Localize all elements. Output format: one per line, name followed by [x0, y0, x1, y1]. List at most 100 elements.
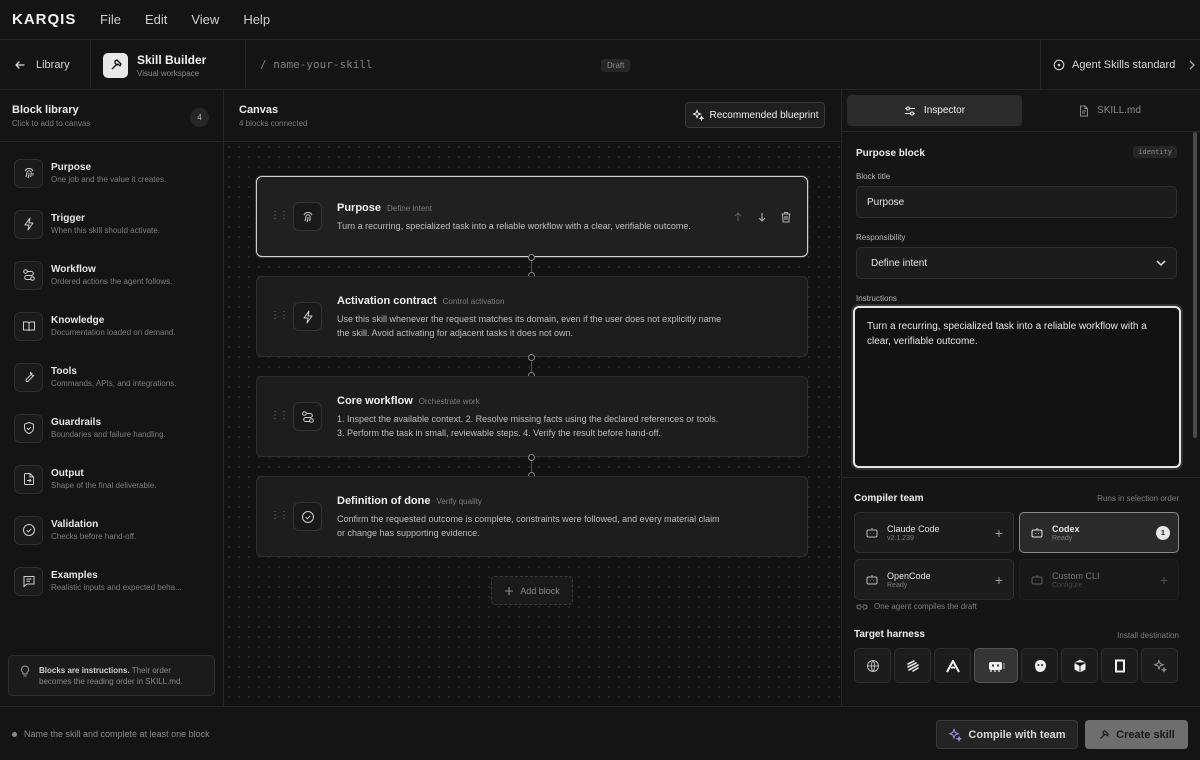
sliders-icon	[904, 105, 916, 117]
wrench-icon	[14, 362, 43, 392]
library-item-knowledge[interactable]: Knowledge Documentation loaded on demand.	[14, 306, 214, 346]
blob-icon	[1032, 658, 1048, 674]
skill-name-input[interactable]: / name-your-skill	[260, 58, 373, 71]
trash-icon[interactable]	[779, 210, 793, 224]
harness-frame[interactable]	[1101, 648, 1138, 683]
agent-custom-cli[interactable]: Custom CLI Configure +	[1019, 559, 1179, 600]
library-item-trigger[interactable]: Trigger When this skill should activate.	[14, 204, 214, 244]
canvas-block-definition-of-done[interactable]: ⋮⋮ Definition of done Verify quality Conf…	[256, 476, 808, 557]
arch-icon	[945, 658, 961, 674]
add-block-button[interactable]: Add block	[491, 576, 573, 605]
agent-claude-code[interactable]: Claude Code v2.1.239 +	[854, 512, 1014, 553]
agent-sub: Ready	[887, 581, 908, 589]
harness-robot[interactable]	[974, 648, 1018, 683]
block-library-header: Block library Click to add to canvas 4	[0, 90, 223, 142]
tip-box: Blocks are instructions. Their order bec…	[8, 655, 215, 696]
agent-sub: Ready	[1052, 534, 1073, 542]
inspector-scrollbar[interactable]	[1193, 132, 1197, 438]
robot-icon	[1030, 574, 1044, 586]
connector-line	[531, 361, 532, 372]
blueprint-label: Recommended blueprint	[709, 109, 819, 121]
harness-swirl[interactable]	[894, 648, 931, 683]
add-agent-icon[interactable]: +	[1160, 572, 1168, 588]
menu-file[interactable]: File	[100, 12, 121, 27]
robot-icon	[1030, 527, 1044, 539]
agent-sub: v2.1.239	[887, 534, 914, 542]
drag-handle-icon[interactable]: ⋮⋮	[270, 510, 289, 521]
tab-skill-md[interactable]: SKILL.md	[1027, 95, 1192, 126]
library-item-tools[interactable]: Tools Commands, APIs, and integrations.	[14, 357, 214, 397]
drag-handle-icon[interactable]: ⋮⋮	[270, 410, 289, 421]
menu-help[interactable]: Help	[243, 12, 270, 27]
responsibility-select[interactable]: Define intent	[856, 247, 1177, 279]
library-item-validation[interactable]: Validation Checks before hand-off.	[14, 510, 214, 550]
agent-name: Claude Code	[887, 523, 940, 534]
canvas-block-activation[interactable]: ⋮⋮ Activation contract Control activation…	[256, 276, 808, 357]
move-down-icon[interactable]	[755, 210, 769, 224]
menu-view[interactable]: View	[191, 12, 219, 27]
library-item-name: Tools	[51, 366, 77, 377]
create-label: Create skill	[1116, 728, 1175, 741]
panel-tabs: Inspector SKILL.md	[842, 90, 1200, 132]
block-title: Activation contract Control activation	[337, 295, 504, 307]
harness-note: Install destination	[1117, 631, 1179, 640]
agent-opencode[interactable]: OpenCode Ready +	[854, 559, 1014, 600]
menu-bar: KARQIS File Edit View Help	[0, 0, 1200, 40]
agent-codex[interactable]: Codex Ready 1	[1019, 512, 1179, 553]
harness-cube[interactable]	[1061, 648, 1098, 683]
draft-badge: Draft	[601, 59, 631, 72]
connector-dot	[528, 354, 535, 361]
harness-arch[interactable]	[934, 648, 971, 683]
canvas-block-purpose[interactable]: ⋮⋮ Purpose Define intent Turn a recurring…	[256, 176, 808, 257]
library-item-workflow[interactable]: Workflow Ordered actions the agent follow…	[14, 255, 214, 295]
agent-name: Custom CLI	[1052, 570, 1100, 581]
add-agent-icon[interactable]: +	[995, 572, 1003, 588]
agent-sub: Configure	[1052, 581, 1083, 589]
block-text: 1. Inspect the available context. 2. Res…	[337, 414, 719, 438]
responsibility-value: Define intent	[871, 257, 928, 269]
library-item-name: Purpose	[51, 162, 92, 173]
canvas-block-workflow[interactable]: ⋮⋮ Core workflow Orchestrate work 1. Insp…	[256, 376, 808, 457]
agent-name: OpenCode	[887, 570, 931, 581]
library-item-examples[interactable]: Examples Realistic inputs and expected be…	[14, 561, 214, 601]
tab-inspector[interactable]: Inspector	[847, 95, 1022, 126]
harness-globe[interactable]	[854, 648, 891, 683]
compile-with-team-button[interactable]: Compile with team	[936, 720, 1078, 749]
plus-icon	[504, 586, 514, 596]
sparkle-icon	[1152, 658, 1167, 673]
agent-skills-standard-button[interactable]: Agent Skills standard	[1040, 40, 1200, 90]
library-item-guardrails[interactable]: Guardrails Boundaries and failure handlin…	[14, 408, 214, 448]
robot-icon	[865, 527, 879, 539]
create-skill-button[interactable]: Create skill	[1085, 720, 1188, 749]
library-item-name: Output	[51, 468, 84, 479]
block-library-subtitle: Click to add to canvas	[12, 119, 91, 128]
menu-edit[interactable]: Edit	[145, 12, 167, 27]
instructions-textarea[interactable]: Turn a recurring, specialized task into …	[853, 306, 1181, 468]
block-library-title: Block library	[12, 104, 79, 116]
cube-icon	[1072, 658, 1088, 674]
move-up-icon[interactable]	[731, 210, 745, 224]
harness-blob[interactable]	[1021, 648, 1058, 683]
block-text: Turn a recurring, specialized task into …	[337, 221, 691, 231]
block-tag: Define intent	[387, 204, 432, 213]
recommended-blueprint-button[interactable]: Recommended blueprint	[685, 102, 825, 128]
check-circle-icon	[293, 502, 322, 531]
library-item-name: Workflow	[51, 264, 96, 275]
connector-dot	[528, 254, 535, 261]
hammer-icon	[1098, 729, 1110, 741]
block-tag: Verify quality	[436, 497, 482, 506]
app-logo: KARQIS	[12, 11, 77, 28]
library-item-output[interactable]: Output Shape of the final deliverable.	[14, 459, 214, 499]
lightbulb-icon	[19, 665, 31, 686]
back-to-library-button[interactable]: Library	[0, 40, 91, 90]
swirl-icon	[905, 658, 921, 674]
drag-handle-icon[interactable]: ⋮⋮	[270, 310, 289, 321]
add-agent-icon[interactable]: +	[995, 525, 1003, 541]
library-item-purpose[interactable]: Purpose One job and the value it creates.	[14, 153, 214, 193]
agent-name: Codex	[1052, 523, 1080, 534]
block-title-input[interactable]: Purpose	[856, 186, 1177, 218]
library-item-name: Examples	[51, 570, 98, 581]
harness-sparkle[interactable]	[1141, 648, 1178, 683]
drag-handle-icon[interactable]: ⋮⋮	[270, 210, 289, 221]
shield-icon	[14, 413, 43, 443]
